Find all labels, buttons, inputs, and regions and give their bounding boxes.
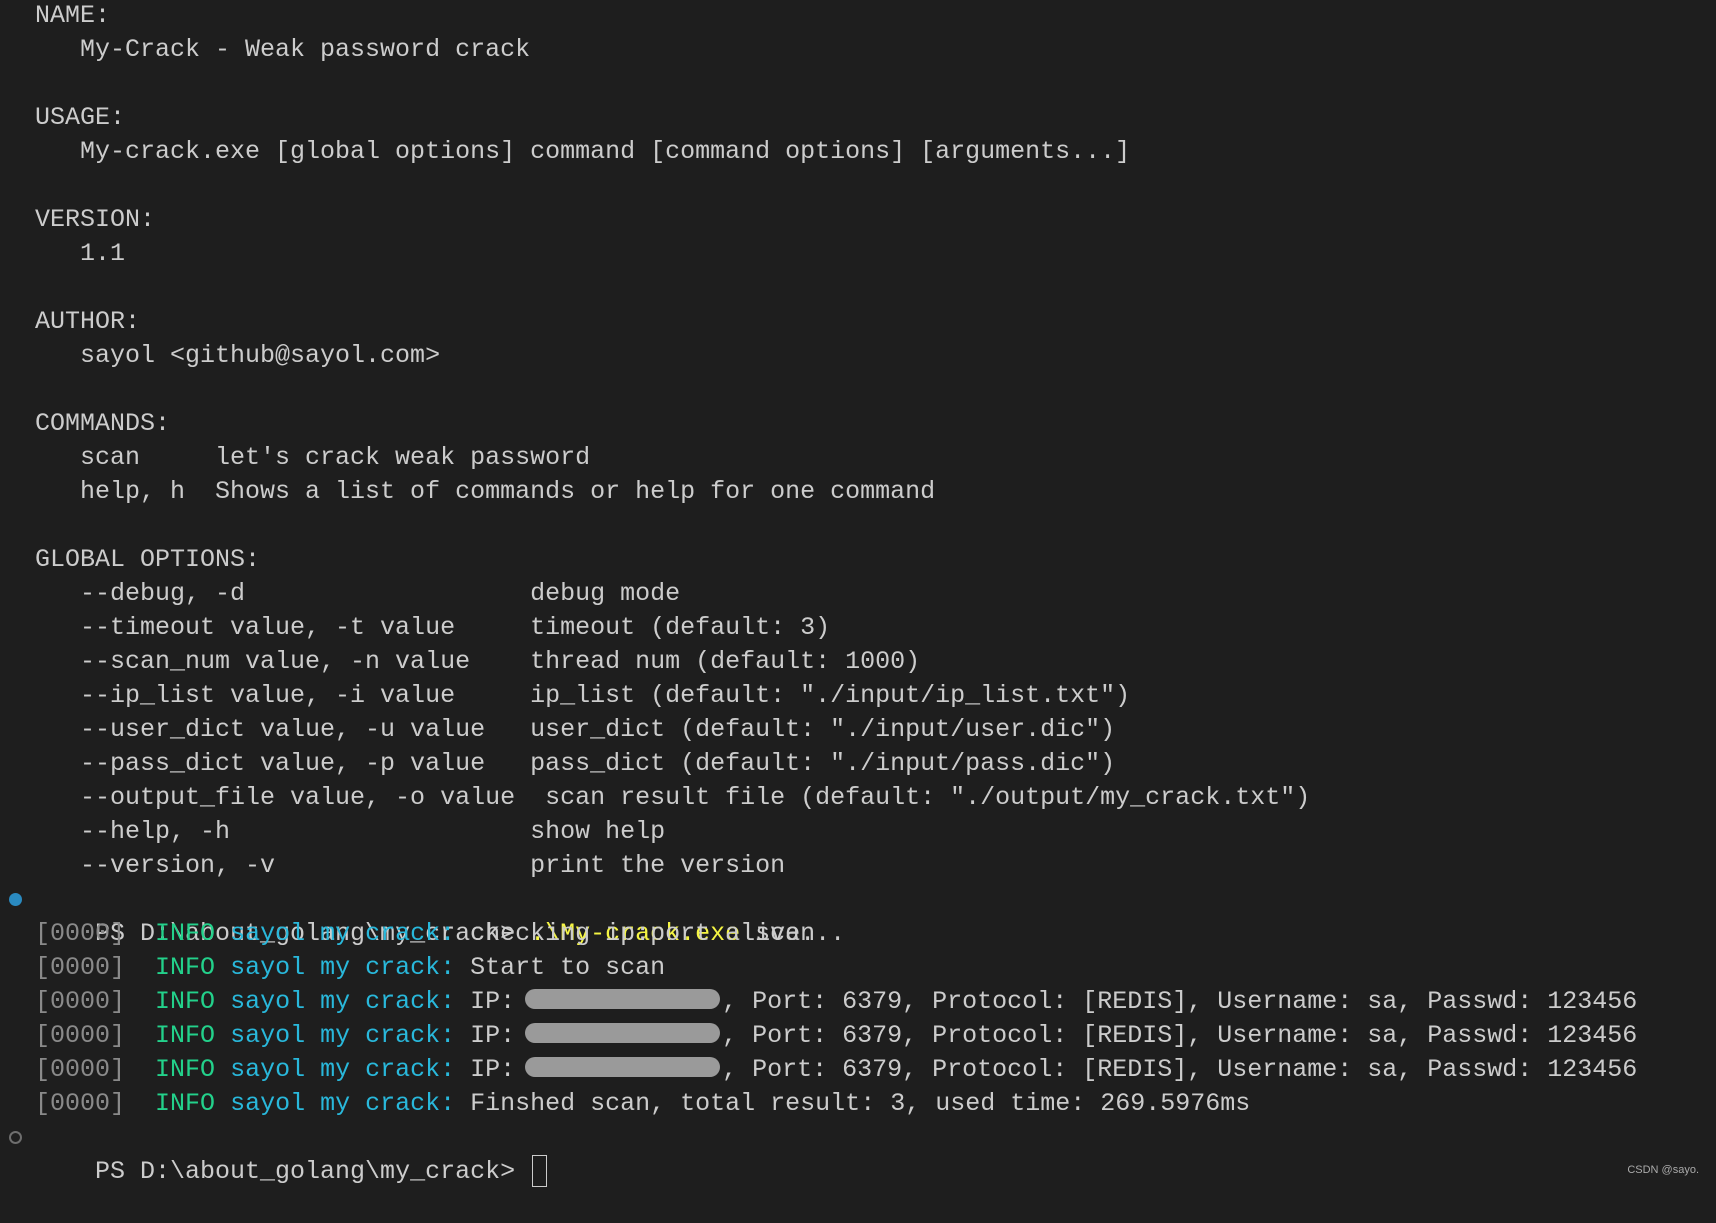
ip-label: IP: <box>470 987 516 1016</box>
help-line: AUTHOR: <box>35 307 141 336</box>
help-line: GLOBAL OPTIONS: <box>35 545 261 574</box>
log-message: , Port: 6379, Protocol: [REDIS], Usernam… <box>722 1021 1638 1050</box>
help-line <box>35 509 1637 543</box>
log-line: [0000] INFO sayol my crack: checking ip:… <box>35 917 1637 951</box>
log-tag: [0000] <box>35 1089 126 1118</box>
ip-label: IP: <box>470 1055 516 1084</box>
log-line: [0000] INFO sayol my crack: Finshed scan… <box>35 1087 1637 1121</box>
help-line: NAME: <box>35 1 111 30</box>
log-line: [0000] INFO sayol my crack: Start to sca… <box>35 951 1637 985</box>
log-tag: [0000] <box>35 919 126 948</box>
log-message: , Port: 6379, Protocol: [REDIS], Usernam… <box>722 987 1638 1016</box>
command-idle-dot-icon <box>9 1131 22 1144</box>
help-line: 1.1 <box>35 239 126 268</box>
help-line: VERSION: <box>35 205 156 234</box>
log-level: INFO <box>155 1021 216 1050</box>
help-line: USAGE: <box>35 103 126 132</box>
terminal-cursor <box>532 1155 548 1188</box>
help-line: --help, -h show help <box>35 817 666 846</box>
help-line: scan let's crack weak password <box>35 443 591 472</box>
log-source: sayol my crack: <box>230 987 456 1016</box>
help-line <box>35 67 1637 101</box>
log-level: INFO <box>155 953 216 982</box>
help-line: --user_dict value, -u value user_dict (d… <box>35 715 1116 744</box>
help-line: --pass_dict value, -p value pass_dict (d… <box>35 749 1116 778</box>
help-line: --scan_num value, -n value thread num (d… <box>35 647 921 676</box>
watermark: CSDN @sayo. <box>1627 1164 1699 1176</box>
log-tag: [0000] <box>35 1021 126 1050</box>
log-source: sayol my crack: <box>230 919 456 948</box>
redacted-ip <box>525 1023 721 1044</box>
log-line: [0000] INFO sayol my crack: IP: , Port: 6… <box>35 1019 1637 1053</box>
log-level: INFO <box>155 1089 216 1118</box>
prompt: PS D:\about_golang\my_crack> <box>95 1157 531 1186</box>
log-message: , Port: 6379, Protocol: [REDIS], Usernam… <box>722 1055 1638 1084</box>
help-line: sayol <github@sayol.com> <box>35 341 441 370</box>
help-line: help, h Shows a list of commands or help… <box>35 477 936 506</box>
log-tag: [0000] <box>35 953 126 982</box>
log-source: sayol my crack: <box>230 1021 456 1050</box>
help-text: NAME: My-Crack - Weak password crack USAG… <box>35 0 1637 883</box>
help-line: --ip_list value, -i value ip_list (defau… <box>35 681 1131 710</box>
log-line: [0000] INFO sayol my crack: IP: , Port: 6… <box>35 1053 1637 1087</box>
help-line <box>35 169 1637 203</box>
redacted-ip <box>525 989 721 1010</box>
ip-label: IP: <box>470 1021 516 1050</box>
log-line: [0000] INFO sayol my crack: IP: , Port: 6… <box>35 985 1637 1019</box>
help-line: --debug, -d debug mode <box>35 579 681 608</box>
log-tag: [0000] <box>35 1055 126 1084</box>
help-line: My-crack.exe [global options] command [c… <box>35 137 1131 166</box>
help-line: My-Crack - Weak password crack <box>35 35 531 64</box>
log-level: INFO <box>155 919 216 948</box>
command-success-dot-icon[interactable] <box>9 893 22 906</box>
log-message: Start to scan <box>470 953 666 982</box>
log-level: INFO <box>155 1055 216 1084</box>
log-source: sayol my crack: <box>230 953 456 982</box>
log-message: Finshed scan, total result: 3, used time… <box>470 1089 1251 1118</box>
prompt-line-command: PS D:\about_golang\my_crack> .\My-crack.… <box>9 883 1637 948</box>
help-line <box>35 373 1637 407</box>
log-source: sayol my crack: <box>230 1055 456 1084</box>
terminal-output: NAME: My-Crack - Weak password crack USAG… <box>9 0 1637 1188</box>
log-tag: [0000] <box>35 987 126 1016</box>
help-line: --output_file value, -o value scan resul… <box>35 783 1311 812</box>
help-line <box>35 271 1637 305</box>
help-line: --timeout value, -t value timeout (defau… <box>35 613 831 642</box>
log-output: [0000] INFO sayol my crack: checking ip:… <box>35 917 1637 1121</box>
redacted-ip <box>525 1057 721 1078</box>
log-message: checking ip:port alive... <box>470 919 846 948</box>
help-line: COMMANDS: <box>35 409 171 438</box>
help-line: --version, -v print the version <box>35 851 786 880</box>
prompt-line-current[interactable]: PS D:\about_golang\my_crack> <box>9 1121 1637 1188</box>
log-level: INFO <box>155 987 216 1016</box>
log-source: sayol my crack: <box>230 1089 456 1118</box>
